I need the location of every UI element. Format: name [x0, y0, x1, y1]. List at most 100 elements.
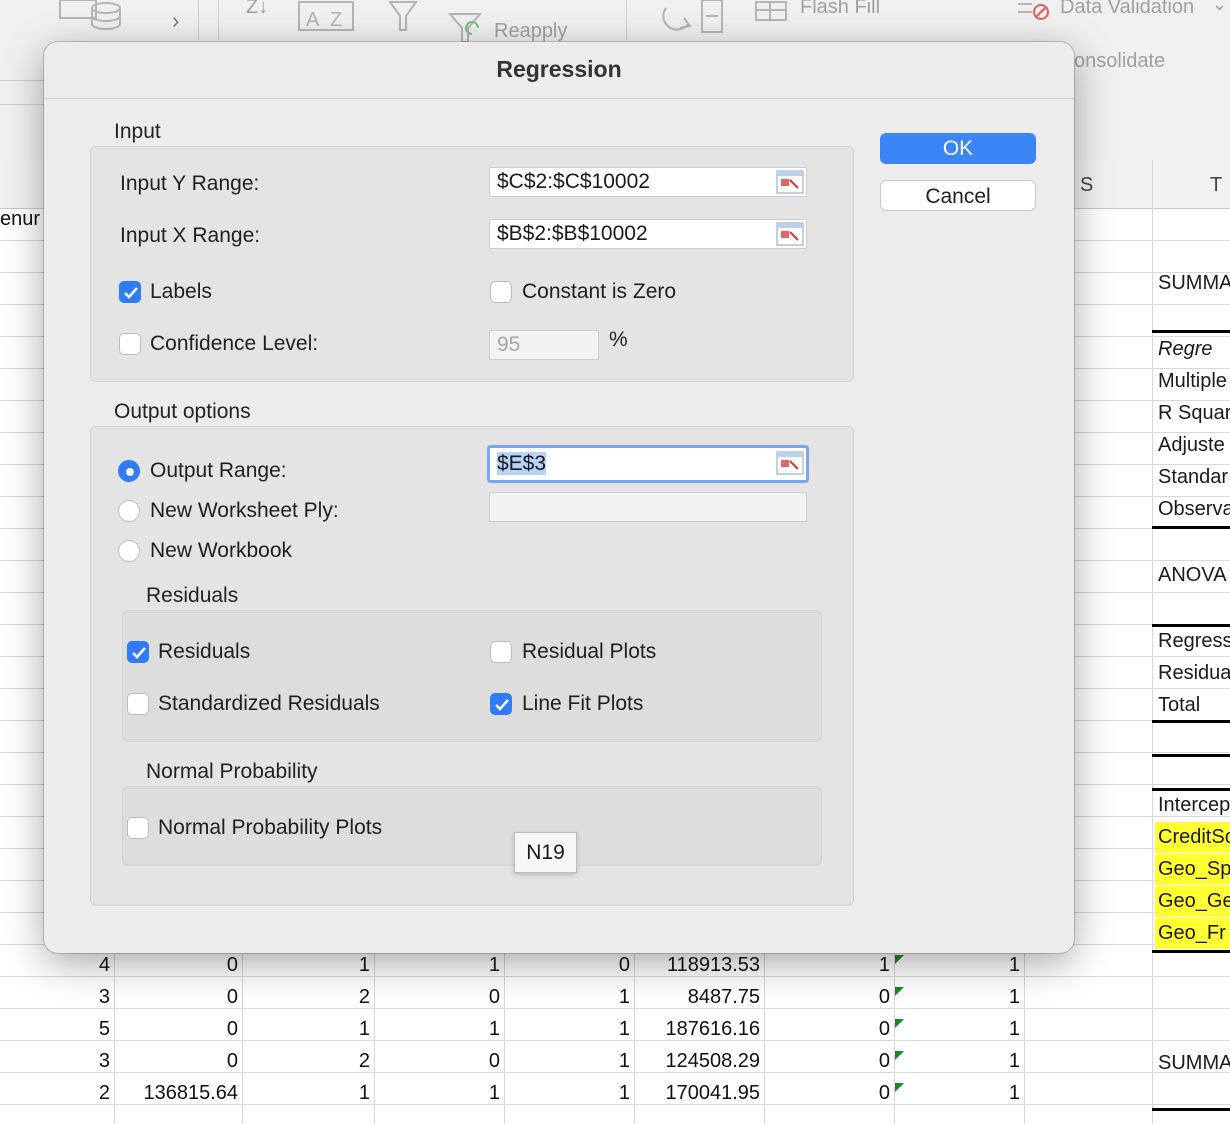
- standardized-residuals-label[interactable]: Standardized Residuals: [158, 692, 380, 716]
- table-cell[interactable]: 118913.53: [667, 954, 760, 977]
- table-cell[interactable]: 1: [619, 1050, 630, 1073]
- column-header-s[interactable]: S: [1080, 174, 1093, 197]
- database-icon[interactable]: [58, 0, 124, 34]
- sort-za-icon[interactable]: Z↓: [246, 0, 268, 19]
- table-cell[interactable]: 170041.95: [665, 1082, 760, 1105]
- collapse-dialog-icon[interactable]: [776, 170, 804, 194]
- table-cell[interactable]: 0: [227, 986, 238, 1009]
- dialog-titlebar[interactable]: Regression: [44, 42, 1074, 99]
- table-cell[interactable]: 1: [619, 1082, 630, 1105]
- table-cell[interactable]: 5: [99, 1018, 110, 1041]
- new-workbook-radio[interactable]: [118, 540, 140, 562]
- sort-az-icon[interactable]: A Z: [298, 0, 356, 32]
- adjusted-r-square-cell[interactable]: Adjuste: [1155, 430, 1230, 461]
- table-cell[interactable]: 1: [1009, 954, 1020, 977]
- creditscore-cell[interactable]: CreditSc: [1155, 822, 1230, 853]
- residuals-label[interactable]: Residuals: [158, 640, 250, 664]
- table-cell[interactable]: 0: [227, 1050, 238, 1073]
- table-cell[interactable]: 1: [489, 1082, 500, 1105]
- new-worksheet-ply-radio[interactable]: [118, 500, 140, 522]
- error-indicator-icon[interactable]: [895, 1083, 904, 1092]
- table-cell[interactable]: 136815.64: [143, 1082, 238, 1105]
- chevron-right-icon[interactable]: ›: [172, 8, 179, 34]
- column-header-t[interactable]: T: [1210, 174, 1222, 197]
- geo-france-cell[interactable]: Geo_Fr: [1155, 918, 1230, 949]
- regression-statistics-cell[interactable]: Regre: [1155, 334, 1230, 365]
- table-cell[interactable]: 1: [1009, 1050, 1020, 1073]
- normal-probability-plots-label[interactable]: Normal Probability Plots: [158, 816, 382, 840]
- table-cell[interactable]: 0: [227, 1018, 238, 1041]
- output-range-field[interactable]: $E$3: [487, 445, 809, 483]
- standardized-residuals-checkbox[interactable]: [127, 693, 149, 715]
- summary-output-cell-2[interactable]: SUMMA: [1155, 1048, 1230, 1079]
- residual-row-cell[interactable]: Residua: [1155, 658, 1230, 689]
- table-cell[interactable]: 1: [359, 1082, 370, 1105]
- multiple-r-cell[interactable]: Multiple: [1155, 366, 1230, 397]
- table-cell[interactable]: 8487.75: [688, 986, 760, 1009]
- table-cell[interactable]: 2: [359, 1050, 370, 1073]
- residual-plots-checkbox[interactable]: [490, 641, 512, 663]
- table-cell[interactable]: 2: [359, 986, 370, 1009]
- table-cell[interactable]: 0: [879, 986, 890, 1009]
- flash-fill-button[interactable]: Flash Fill: [800, 0, 880, 19]
- output-range-radio[interactable]: [118, 460, 140, 482]
- standard-error-cell[interactable]: Standar: [1155, 462, 1230, 493]
- geo-spain-cell[interactable]: Geo_Sp: [1155, 854, 1230, 885]
- geo-germany-cell[interactable]: Geo_Ge: [1155, 886, 1230, 917]
- constant-is-zero-label[interactable]: Constant is Zero: [522, 280, 676, 304]
- table-cell[interactable]: 1: [489, 954, 500, 977]
- table-cell[interactable]: 0: [879, 1018, 890, 1041]
- confidence-level-field[interactable]: 95: [489, 330, 599, 360]
- collapse-dialog-icon[interactable]: [776, 451, 804, 475]
- intercept-cell[interactable]: Intercep: [1155, 790, 1230, 821]
- table-cell[interactable]: 1: [879, 954, 890, 977]
- table-cell[interactable]: 4: [99, 954, 110, 977]
- cancel-button[interactable]: Cancel: [880, 180, 1036, 211]
- residuals-checkbox[interactable]: [127, 641, 149, 663]
- table-cell[interactable]: 1: [359, 954, 370, 977]
- input-x-range-field[interactable]: $B$2:$B$10002: [489, 219, 807, 249]
- data-validation-icon[interactable]: [1016, 0, 1050, 22]
- table-cell[interactable]: 0: [879, 1082, 890, 1105]
- table-cell[interactable]: 2: [99, 1082, 110, 1105]
- new-worksheet-ply-field[interactable]: [489, 492, 807, 522]
- residual-plots-label[interactable]: Residual Plots: [522, 640, 656, 664]
- table-cell[interactable]: 1: [619, 986, 630, 1009]
- table-cell[interactable]: 1: [489, 1018, 500, 1041]
- flash-fill-icon[interactable]: [754, 0, 790, 22]
- line-fit-plots-checkbox[interactable]: [490, 693, 512, 715]
- collapse-dialog-icon[interactable]: [776, 222, 804, 246]
- table-cell[interactable]: 1: [1009, 986, 1020, 1009]
- regression-row-cell[interactable]: Regress: [1155, 626, 1230, 657]
- table-cell[interactable]: 3: [99, 986, 110, 1009]
- error-indicator-icon[interactable]: [895, 987, 904, 996]
- input-y-range-field[interactable]: $C$2:$C$10002: [489, 167, 807, 197]
- new-workbook-label[interactable]: New Workbook: [150, 539, 292, 563]
- error-indicator-icon[interactable]: [895, 1019, 904, 1028]
- constant-is-zero-checkbox[interactable]: [490, 281, 512, 303]
- table-cell[interactable]: 0: [879, 1050, 890, 1073]
- reapply-icon[interactable]: [446, 10, 486, 44]
- normal-probability-plots-checkbox[interactable]: [127, 817, 149, 839]
- ok-button[interactable]: OK: [880, 133, 1036, 164]
- observations-cell[interactable]: Observa: [1155, 494, 1230, 525]
- table-cell[interactable]: 1: [1009, 1082, 1020, 1105]
- error-indicator-icon[interactable]: [895, 1051, 904, 1060]
- line-fit-plots-label[interactable]: Line Fit Plots: [522, 692, 643, 716]
- confidence-level-label[interactable]: Confidence Level:: [150, 332, 318, 356]
- chevron-down-icon[interactable]: ⌄: [1212, 0, 1227, 15]
- confidence-level-checkbox[interactable]: [119, 333, 141, 355]
- consolidate-button[interactable]: onsolidate: [1074, 50, 1165, 73]
- new-worksheet-ply-label[interactable]: New Worksheet Ply:: [150, 499, 339, 523]
- summary-output-cell[interactable]: SUMMA: [1155, 268, 1230, 299]
- filter-icon[interactable]: [388, 0, 418, 34]
- r-square-cell[interactable]: R Squar: [1155, 398, 1230, 429]
- tenure-header-partial[interactable]: enur: [0, 208, 40, 231]
- table-cell[interactable]: 187616.16: [665, 1018, 760, 1041]
- table-cell[interactable]: 1: [619, 1018, 630, 1041]
- table-cell[interactable]: 0: [489, 1050, 500, 1073]
- anova-cell[interactable]: ANOVA: [1155, 560, 1230, 591]
- table-cell[interactable]: 1: [359, 1018, 370, 1041]
- reapply-button[interactable]: Reapply: [494, 20, 567, 43]
- table-cell[interactable]: 124508.29: [665, 1050, 760, 1073]
